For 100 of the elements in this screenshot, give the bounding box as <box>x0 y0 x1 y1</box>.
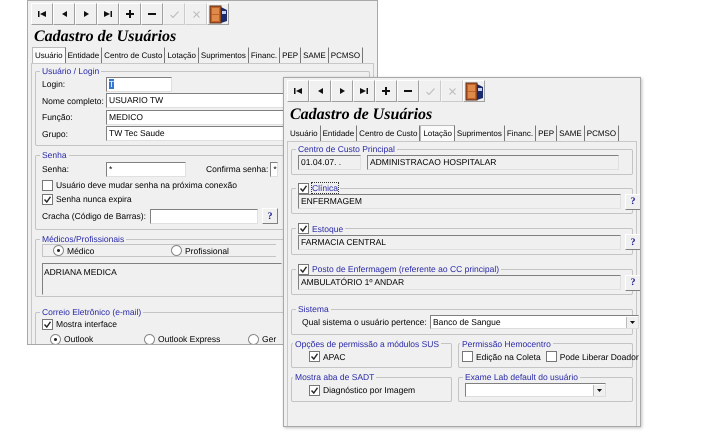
tab[interactable]: Financ. <box>248 47 280 63</box>
group-title: Correio Eletrônico (e-mail) <box>41 307 142 317</box>
label: Médico <box>67 246 94 256</box>
checkbox[interactable] <box>309 384 320 396</box>
label: Outlook <box>64 334 94 344</box>
checkbox[interactable] <box>298 223 309 234</box>
group-title: Médicos/Profissionais <box>41 234 126 244</box>
label: Mostra interface <box>56 319 117 329</box>
tab[interactable]: Lotação <box>420 125 455 141</box>
input-field[interactable]: ENFERMAGEM <box>298 194 621 210</box>
cancel-icon <box>448 88 456 94</box>
checkbox[interactable] <box>546 351 557 362</box>
tab[interactable]: SAME <box>301 47 329 63</box>
toolbar-button[interactable] <box>375 80 397 102</box>
help-button[interactable]: ? <box>625 194 640 210</box>
input-field[interactable] <box>150 208 258 224</box>
help-button[interactable]: ? <box>625 234 640 250</box>
group-title: Clínica <box>312 183 338 193</box>
plus-icon <box>382 87 390 95</box>
radio-button[interactable] <box>171 245 182 256</box>
input-field[interactable]: USUARIO TW <box>106 93 284 108</box>
help-button[interactable]: ? <box>262 208 278 224</box>
radio-button[interactable] <box>53 245 64 256</box>
cancel-icon <box>192 10 200 18</box>
dropdown-arrow-icon <box>630 320 635 324</box>
next-icon <box>84 11 88 17</box>
radio-button[interactable] <box>50 334 61 344</box>
toolbar-button[interactable] <box>353 80 375 102</box>
exit-button[interactable] <box>207 3 229 25</box>
toolbar-button[interactable] <box>31 3 53 25</box>
name-field[interactable]: ADMINISTRACAO HOSPITALAR <box>367 154 619 170</box>
group-title: Sistema <box>297 304 330 314</box>
label: Outlook Express <box>158 334 220 344</box>
toolbar-button[interactable] <box>287 80 309 102</box>
list-item[interactable]: ADRIANA MEDICA <box>44 267 280 277</box>
minus-icon <box>404 90 412 92</box>
last-record-icon <box>360 88 368 94</box>
checkbox[interactable] <box>42 318 53 330</box>
tab[interactable]: PEP <box>536 125 558 141</box>
tab[interactable]: PEP <box>280 47 302 63</box>
label: Cracha (Código de Barras): <box>42 211 146 221</box>
tab[interactable]: Suprimentos <box>454 125 505 141</box>
window-title: Cadastro de Usuários <box>34 27 178 47</box>
toolbar-button[interactable] <box>53 3 75 25</box>
checkbox[interactable] <box>298 264 309 274</box>
checkbox[interactable] <box>298 182 309 194</box>
last-record-icon <box>104 11 112 17</box>
label: Login: <box>42 79 66 90</box>
tab[interactable]: Suprimentos <box>198 47 249 63</box>
checkbox[interactable] <box>309 351 320 362</box>
label: Pode Liberar Doador <box>560 352 639 362</box>
group-title: Permissão Hemocentro <box>461 338 552 348</box>
label: Diagnóstico por Imagem <box>323 385 416 396</box>
exit-button[interactable] <box>463 80 485 102</box>
toolbar-button[interactable] <box>97 3 119 25</box>
tab[interactable]: Usuário <box>288 125 321 141</box>
tab[interactable]: Financ. <box>504 125 536 141</box>
label: Usuário deve mudar senha na próxima conexão <box>56 180 237 190</box>
checkbox[interactable] <box>42 180 53 190</box>
radio-button[interactable] <box>144 334 155 344</box>
group-title: Senha <box>41 150 68 160</box>
checkbox[interactable] <box>42 194 53 204</box>
label: Edição na Coleta <box>476 352 541 362</box>
group-title: Usuário / Login <box>41 66 100 76</box>
system-dropdown[interactable]: Banco de Sangue <box>430 315 639 330</box>
checkbox[interactable] <box>462 351 473 362</box>
toolbar-button[interactable] <box>75 3 97 25</box>
input-field[interactable]: TW Tec Saude <box>106 126 284 142</box>
tab[interactable]: PCMSO <box>328 47 364 63</box>
tab[interactable]: Usuário <box>32 47 66 63</box>
toolbar-button[interactable] <box>119 3 141 25</box>
tab[interactable]: Centro de Custo <box>102 47 166 63</box>
minus-icon <box>148 13 156 15</box>
previous-icon <box>318 88 322 94</box>
password-field[interactable]: * <box>270 162 278 176</box>
toolbar-button[interactable] <box>141 3 163 25</box>
tab[interactable]: PCMSO <box>584 125 620 141</box>
toolbar-button[interactable] <box>397 80 419 102</box>
tab[interactable]: Entidade <box>66 47 102 63</box>
label: Qual sistema o usuário pertence: <box>302 317 428 328</box>
input-field[interactable]: AMBULATÓRIO 1º ANDAR <box>298 275 621 290</box>
toolbar-button[interactable] <box>309 80 331 102</box>
check-icon <box>426 88 434 94</box>
exam-dropdown[interactable] <box>465 383 606 398</box>
input-field[interactable]: MEDICO <box>106 110 284 125</box>
tab[interactable]: Entidade <box>320 125 358 141</box>
password-field[interactable]: * <box>106 162 186 176</box>
input-field[interactable]: FARMACIA CENTRAL <box>298 234 621 250</box>
first-record-icon <box>38 11 46 17</box>
toolbar-button[interactable] <box>331 80 353 102</box>
input-field[interactable]: T <box>106 76 172 92</box>
tab[interactable]: SAME <box>557 125 585 141</box>
help-button[interactable]: ? <box>625 274 640 291</box>
radio-button[interactable] <box>248 334 259 344</box>
group-title: Mostra aba de SADT <box>294 372 376 382</box>
list-box[interactable]: ADRIANA MEDICA <box>42 263 282 295</box>
code-field[interactable]: 01.04.07. . <box>298 154 361 170</box>
tab[interactable]: Lotação <box>165 47 199 63</box>
window-title: Cadastro de Usuários <box>290 105 434 125</box>
label: Ger <box>262 334 276 344</box>
